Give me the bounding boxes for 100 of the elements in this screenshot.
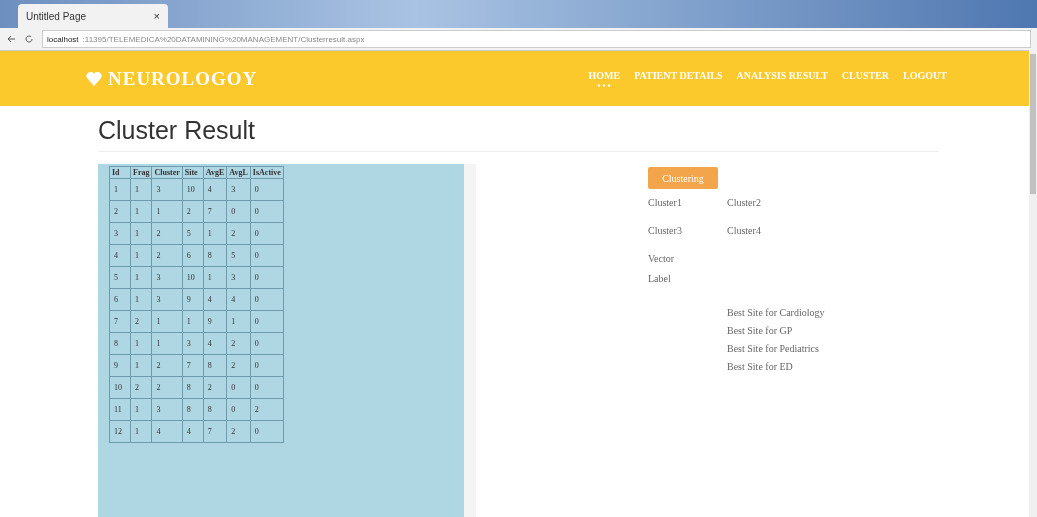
back-icon[interactable] [6, 34, 16, 44]
table-cell: 1 [130, 200, 152, 223]
table-cell: 2 [109, 200, 131, 223]
table-cell: 2 [182, 200, 204, 223]
table-cell: 2 [151, 354, 183, 377]
nav-link[interactable]: CLUSTER [841, 70, 890, 87]
cluster-label: Cluster4 [727, 225, 762, 238]
cluster-label: Cluster3 [648, 225, 683, 238]
table-cell: 1 [130, 398, 152, 421]
table-cell: 0 [250, 332, 284, 355]
table-cell: 1 [182, 310, 204, 333]
table-cell: 2 [226, 354, 251, 377]
table-cell: 1 [203, 266, 227, 289]
column-header: Cluster [151, 166, 183, 179]
table-cell: 8 [182, 376, 204, 399]
browser-tab[interactable]: Untitled Page × [18, 4, 168, 28]
table-cell: 0 [250, 200, 284, 223]
table-cell: 7 [203, 200, 227, 223]
logo-text: NEUROLOGOY [108, 67, 258, 90]
table-cell: 2 [203, 376, 227, 399]
column-header: Frag [130, 166, 152, 179]
table-cell: 3 [182, 332, 204, 355]
clustering-button[interactable]: Clustering [648, 167, 718, 189]
page-scrollbar[interactable] [1029, 50, 1037, 517]
table-cell: 2 [151, 244, 183, 267]
table-cell: 5 [182, 222, 204, 245]
table-cell: 2 [130, 376, 152, 399]
table-cell: 1 [203, 222, 227, 245]
table-cell: 3 [151, 288, 183, 311]
table-cell: 1 [130, 222, 152, 245]
best-site-label: Best Site for ED [727, 361, 794, 372]
table-cell: 2 [226, 222, 251, 245]
nav-link[interactable]: PATIENT DETAILS [634, 70, 723, 87]
table-cell: 0 [250, 244, 284, 267]
table-cell: 0 [250, 222, 284, 245]
column-header: Site [182, 166, 204, 179]
column-header: AvgL [226, 166, 251, 179]
table-cell: 1 [130, 288, 152, 311]
table-cell: 4 [226, 288, 251, 311]
table-cell: 11 [109, 398, 131, 421]
table-cell: 3 [226, 266, 251, 289]
table-cell: 7 [109, 310, 131, 333]
best-site-label: Best Site for Pediatrics [727, 343, 820, 354]
table-cell: 1 [130, 266, 152, 289]
table-cell: 1 [151, 332, 183, 355]
nav-link[interactable]: HOME [588, 70, 621, 87]
table-cell: 2 [151, 376, 183, 399]
table-cell: 3 [226, 178, 251, 201]
table-cell: 2 [226, 420, 251, 443]
table-cell: 4 [203, 178, 227, 201]
table-cell: 7 [182, 354, 204, 377]
table-cell: 1 [109, 178, 131, 201]
table-cell: 8 [203, 398, 227, 421]
table-cell: 9 [109, 354, 131, 377]
table-cell: 2 [151, 222, 183, 245]
table-cell: 6 [109, 288, 131, 311]
table-cell: 2 [130, 310, 152, 333]
cluster-label: Cluster2 [727, 197, 762, 210]
field-label: Vector [648, 253, 676, 266]
table-cell: 0 [250, 310, 284, 333]
best-site-label: Best Site for GP [727, 325, 794, 336]
table-cell: 1 [130, 244, 152, 267]
table-cell: 1 [151, 310, 183, 333]
table-cell: 8 [109, 332, 131, 355]
table-cell: 0 [250, 354, 284, 377]
table-cell: 8 [203, 354, 227, 377]
table-cell: 2 [226, 332, 251, 355]
column-header: Id [109, 166, 131, 179]
table-cell: 9 [182, 288, 204, 311]
table-cell: 7 [203, 420, 227, 443]
table-cell: 4 [203, 332, 227, 355]
reload-icon[interactable] [24, 34, 34, 44]
table-cell: 3 [151, 266, 183, 289]
table-cell: 12 [109, 420, 131, 443]
nav-link[interactable]: LOGOUT [903, 70, 947, 87]
scrollbar[interactable] [464, 164, 476, 517]
table-cell: 1 [226, 310, 251, 333]
dots-icon [597, 84, 612, 87]
table-cell: 4 [182, 420, 204, 443]
nav-link[interactable]: ANALYSIS RESULT [736, 70, 828, 87]
table-cell: 0 [250, 178, 284, 201]
table-cell: 0 [250, 288, 284, 311]
cluster-label: Cluster1 [648, 197, 683, 210]
table-cell: 6 [182, 244, 204, 267]
heart-icon [86, 71, 102, 86]
address-field[interactable]: localhost :11395/TELEMEDICA%20DATAMINING%20MANAGEMENT/Clusterresult.aspx [42, 30, 1031, 48]
field-label: Label [648, 273, 672, 286]
table-cell: 5 [109, 266, 131, 289]
table-cell: 4 [151, 420, 183, 443]
table-cell: 1 [130, 420, 152, 443]
table-cell: 10 [182, 266, 204, 289]
close-icon[interactable]: × [153, 10, 160, 22]
table-cell: 10 [182, 178, 204, 201]
table-cell: 8 [203, 244, 227, 267]
column-header: IsActive [250, 166, 284, 179]
table-cell: 4 [203, 288, 227, 311]
table-cell: 10 [109, 376, 131, 399]
table-cell: 3 [151, 398, 183, 421]
table-cell: 1 [151, 200, 183, 223]
table-cell: 1 [130, 332, 152, 355]
